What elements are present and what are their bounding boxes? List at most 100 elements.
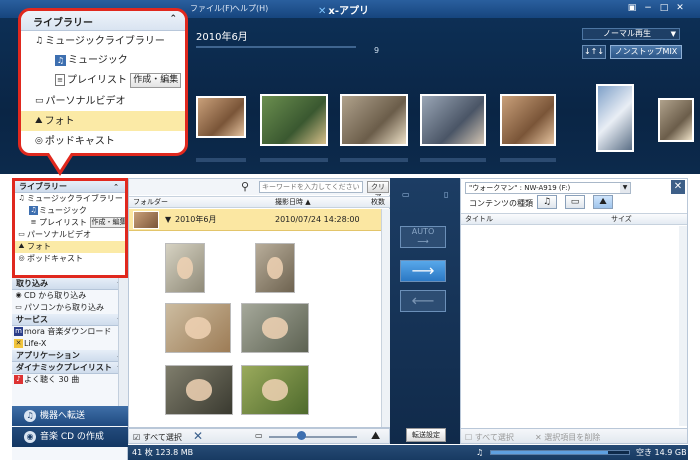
search-icon[interactable]: ⚲ <box>241 180 249 193</box>
auto-transfer-button[interactable]: AUTO ⟶ <box>400 226 446 248</box>
library-zoom-callout: ライブラリー ⌃ ♫ ミュージックライブラリー ♫ ミュージック ≡ プレイリスト 作成… <box>18 8 188 156</box>
cd-icon: ◉ <box>24 430 36 443</box>
sidebar-item-photo[interactable]: ⛰ フォト <box>15 241 125 253</box>
sidebar-item-music[interactable]: ♫ ミュージック <box>15 205 125 217</box>
life-x-icon: ✕ <box>14 339 23 348</box>
dynamic-playlist-header[interactable]: ダイナミックプレイリスト⌃ <box>12 362 128 374</box>
sidebar-item-playlist[interactable]: ≡ プレイリスト 作成・編集 <box>15 217 125 229</box>
collapse-icon[interactable]: ⌃ <box>169 14 177 24</box>
photo-icon: ⛰ <box>18 242 25 250</box>
transfer-to-device-button[interactable]: ♫ 機器へ転送 <box>12 406 128 426</box>
music-note-icon[interactable]: ♫ <box>537 195 557 209</box>
column-title[interactable]: タイトル <box>465 214 493 225</box>
sidebar-item-life-x[interactable]: ✕ Life-X <box>12 338 128 350</box>
callout-photo[interactable]: ⛰ フォト <box>21 111 185 131</box>
close-icon[interactable]: ✕ <box>671 180 685 194</box>
create-edit-button[interactable]: 作成・編集 <box>130 72 182 88</box>
banner-photo[interactable] <box>260 94 328 146</box>
zoom-slider-handle[interactable] <box>297 431 306 440</box>
free-space: 空き 14.9 GB <box>636 448 687 457</box>
photo-thumbnail[interactable] <box>241 303 309 353</box>
photo-icon[interactable]: ⛰ <box>593 195 613 209</box>
banner-photo[interactable] <box>420 94 486 146</box>
large-photo-icon: ⛰ <box>371 429 381 442</box>
photo-thumbnail[interactable] <box>165 365 233 415</box>
photo-reflection <box>420 158 486 162</box>
sidebar-item-pc-import[interactable]: ▭ パソコンから取り込み <box>12 302 128 314</box>
search-input[interactable] <box>259 181 363 193</box>
device-select[interactable]: "ウォークマン" : NW-A919 (F:) ▼ <box>465 182 631 194</box>
music-note-icon: ♫ <box>29 206 38 215</box>
folder-group-row[interactable]: ▼ 2010年6月 2010/07/24 14:28:00 <box>129 209 381 231</box>
folder-date: 2010/07/24 14:28:00 <box>275 215 360 224</box>
maximize-button[interactable]: □ <box>658 3 670 14</box>
column-count[interactable]: 枚数 <box>371 197 385 208</box>
banner-photo[interactable] <box>658 98 694 142</box>
select-all-checkbox[interactable]: ☑ すべて選択 <box>133 432 182 443</box>
clear-button[interactable]: クリア <box>367 181 389 201</box>
banner-photo[interactable] <box>196 96 246 138</box>
banner-photo[interactable] <box>340 94 408 146</box>
storage-bar-fill <box>491 451 609 454</box>
now-playing-title: 2010年6月 <box>196 32 248 43</box>
device-select-all-checkbox[interactable]: ☐ すべて選択 <box>465 432 514 443</box>
banner-photo[interactable] <box>596 84 634 152</box>
music-note-icon: ♫ <box>35 36 44 46</box>
sidebar-item-cd-import[interactable]: ◉ CD から取り込み <box>12 290 128 302</box>
banner-photo[interactable] <box>500 94 556 146</box>
callout-playlist[interactable]: ≡ プレイリスト 作成・編集 <box>21 71 185 91</box>
playlist-icon: ♪ <box>14 375 23 384</box>
create-edit-button[interactable]: 作成・編集 <box>89 217 125 228</box>
mini-mode-button[interactable]: ▣ <box>626 3 638 14</box>
photo-thumbnail[interactable] <box>255 243 295 293</box>
mora-icon: m <box>14 327 23 336</box>
expand-icon[interactable]: ▼ <box>165 209 171 231</box>
callout-podcast[interactable]: ◎ ポッドキャスト <box>21 131 185 151</box>
small-photo-icon: ▭ <box>255 431 263 440</box>
column-size[interactable]: サイズ <box>611 214 632 225</box>
chevron-down-icon: ▼ <box>620 183 630 193</box>
collapse-icon[interactable]: ⌃ <box>113 181 119 193</box>
photo-reflection <box>196 158 246 162</box>
library-header[interactable]: ライブラリー ⌃ <box>15 181 125 193</box>
sidebar-item-mora[interactable]: m mora 音楽ダウンロード <box>12 326 128 338</box>
menu-file[interactable]: ファイル(F) <box>190 3 233 14</box>
service-header[interactable]: サービス⌃ <box>12 314 128 326</box>
delete-selected-button[interactable]: ✕ 選択項目を削除 <box>535 432 600 443</box>
sidebar-item-personal-video[interactable]: ▭ パーソナルビデオ <box>15 229 125 241</box>
callout-personal-video[interactable]: ▭ パーソナルビデオ <box>21 91 185 111</box>
callout-music[interactable]: ♫ ミュージック <box>21 51 185 71</box>
sidebar-item-top30[interactable]: ♪ よく聴く 30 曲 <box>12 374 128 386</box>
nonstop-mix-button[interactable]: ノンストップMIX <box>610 45 682 59</box>
storage-bar <box>490 450 630 455</box>
close-button[interactable]: ✕ <box>674 3 686 14</box>
transfer-controls: ▭ ▯ AUTO ⟶ ⟶ ⟵ <box>390 178 460 444</box>
column-folder[interactable]: フォルダー <box>133 197 168 208</box>
sidebar-item-podcast[interactable]: ◎ ポッドキャスト <box>15 253 125 265</box>
shuffle-button[interactable]: ↓↑↓ <box>582 45 606 59</box>
column-shot-date[interactable]: 撮影日時 ▲ <box>275 197 311 208</box>
progress-bar[interactable] <box>196 46 356 48</box>
film-icon[interactable]: ▭ <box>565 195 585 209</box>
create-music-cd-button[interactable]: ◉ 音楽 CD の作成 <box>12 427 128 447</box>
callout-library-header[interactable]: ライブラリー ⌃ <box>21 11 185 31</box>
application-header[interactable]: アプリケーション⌄ <box>12 350 128 362</box>
photo-thumbnail[interactable] <box>241 365 309 415</box>
photo-list-scrollbar[interactable] <box>381 209 390 427</box>
transfer-right-button[interactable]: ⟶ <box>400 260 446 282</box>
zoom-slider[interactable] <box>269 436 357 438</box>
deselect-icon[interactable]: ✕ <box>193 429 203 443</box>
minimize-button[interactable]: − <box>642 3 654 14</box>
import-header[interactable]: 取り込み⌃ <box>12 278 128 290</box>
photo-thumbnail[interactable] <box>165 243 205 293</box>
photo-thumbnail[interactable] <box>165 303 231 353</box>
sidebar-item-music-library[interactable]: ♫ ミュージックライブラリー <box>15 193 125 205</box>
device-list-scrollbar[interactable] <box>679 226 687 426</box>
photo-reflection <box>340 158 408 162</box>
headphone-icon: ♫ <box>24 409 36 422</box>
menu-help[interactable]: ヘルプ(H) <box>232 3 268 14</box>
callout-music-library[interactable]: ♫ ミュージックライブラリー <box>21 31 185 51</box>
play-mode-select[interactable]: ノーマル再生 ▼ <box>582 28 680 40</box>
transfer-settings-button[interactable]: 転送設定 <box>406 428 446 442</box>
transfer-left-button[interactable]: ⟵ <box>400 290 446 312</box>
